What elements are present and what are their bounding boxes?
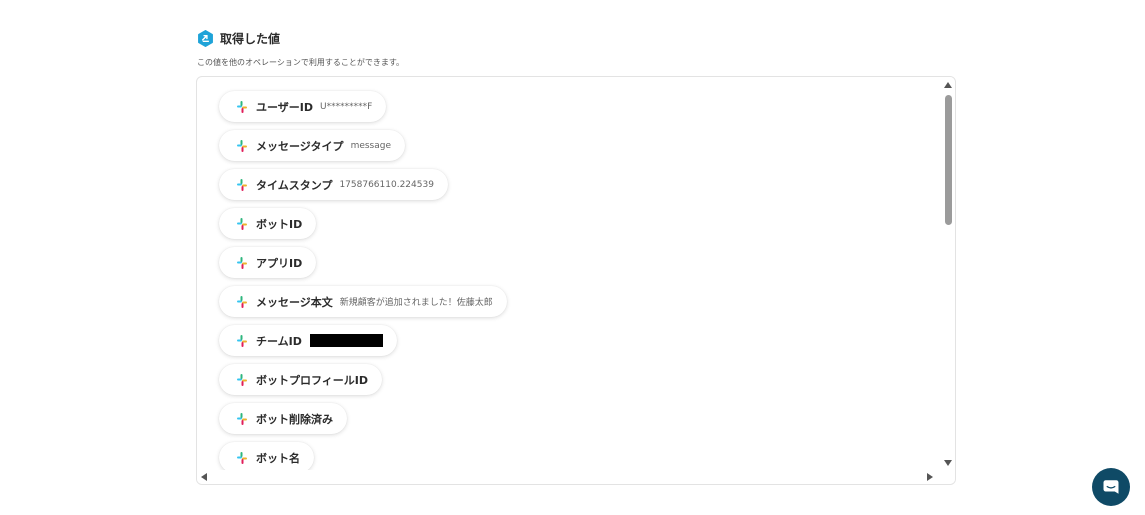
pill-label: メッセージ本文 (256, 295, 333, 309)
slack-icon (237, 451, 247, 464)
pill-label: ボットプロフィールID (256, 373, 369, 387)
value-pill-message-body[interactable]: メッセージ本文 新規顧客が追加されました！佐藤太郎 (219, 286, 507, 317)
bolt-badge-icon (198, 30, 213, 47)
pill-value: 1758766110.224539 (339, 179, 434, 190)
vertical-scrollbar[interactable] (941, 77, 955, 484)
slack-icon (237, 373, 247, 386)
pill-label: メッセージタイプ (256, 139, 344, 153)
pill-label: ユーザーID (256, 100, 314, 114)
redacted-value (309, 334, 383, 347)
scrollbar-thumb[interactable] (945, 95, 952, 225)
pill-label: ボット削除済み (256, 412, 333, 426)
pill-label: タイムスタンプ (256, 178, 333, 192)
chat-support-button[interactable] (1092, 468, 1130, 506)
value-pill-timestamp[interactable]: タイムスタンプ 1758766110.224539 (219, 169, 448, 200)
slack-icon (237, 334, 247, 347)
scroll-up-arrow-icon[interactable] (944, 82, 952, 88)
value-pill-bot-id[interactable]: ボットID (219, 208, 317, 239)
pill-value: message (350, 140, 392, 151)
scroll-right-arrow-icon[interactable] (927, 473, 933, 481)
value-pill-team-id[interactable]: チームID (219, 325, 397, 356)
value-pill-bot-deleted[interactable]: ボット削除済み (219, 403, 347, 434)
value-pill-bot-profile-id[interactable]: ボットプロフィールID (219, 364, 383, 395)
value-pill-app-id[interactable]: アプリID (219, 247, 317, 278)
values-panel: ユーザーID U*********F メッセージタイプ message タイムス… (196, 76, 956, 485)
value-pill-bot-name[interactable]: ボット名 (219, 442, 314, 473)
chat-bubble-icon (1103, 480, 1119, 494)
pill-value: U*********F (320, 101, 373, 112)
pill-value: 新規顧客が追加されました！佐藤太郎 (339, 298, 493, 308)
section-header: 取得した値 (197, 30, 280, 47)
value-pill-user-id[interactable]: ユーザーID U*********F (219, 91, 387, 122)
value-pill-message-type[interactable]: メッセージタイプ message (219, 130, 406, 161)
scroll-left-arrow-icon[interactable] (201, 473, 207, 481)
pill-label: チームID (256, 334, 302, 348)
slack-icon (237, 412, 247, 425)
slack-icon (237, 178, 247, 191)
slack-icon (237, 256, 247, 269)
slack-icon (237, 295, 247, 308)
horizontal-scrollbar[interactable] (197, 470, 943, 484)
section-description: この値を他のオペレーションで利用することができます。 (197, 58, 405, 67)
slack-icon (237, 217, 247, 230)
slack-icon (237, 100, 247, 113)
pill-label: アプリID (256, 256, 303, 270)
pill-label: ボットID (256, 217, 303, 231)
pill-label: ボット名 (256, 451, 300, 465)
scroll-down-arrow-icon[interactable] (944, 460, 952, 466)
section-title: 取得した値 (220, 32, 281, 46)
slack-icon (237, 139, 247, 152)
